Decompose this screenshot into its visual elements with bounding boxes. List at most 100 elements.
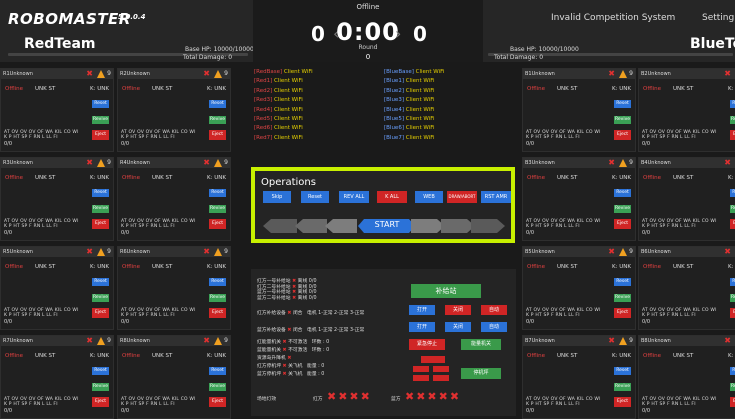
revive-button[interactable]: Revive — [614, 383, 631, 391]
revive-button[interactable]: Revive — [209, 294, 226, 302]
reset-button[interactable]: Reset — [730, 100, 735, 108]
red-close-button[interactable]: 关闭 — [445, 305, 471, 315]
reset-button[interactable]: Reset — [209, 278, 226, 286]
red-wifi-item: [Red3] Client WiFi — [254, 97, 303, 104]
energy-status: 红能量机关 ✖ 不可激活 环数 : 0 蓝能量机关 ✖ 不可激活 环数 : 0 … — [257, 340, 330, 377]
red-auto-button[interactable]: 自动 — [481, 305, 507, 315]
red-hangar-a[interactable] — [413, 366, 429, 372]
robot-k: K: UNK — [612, 264, 631, 270]
blue-close-button[interactable]: 关闭 — [445, 322, 471, 332]
disconnect-icon: ✖ — [86, 247, 93, 256]
reset-button[interactable]: Reset — [614, 100, 631, 108]
eject-button[interactable]: Eject — [730, 219, 735, 229]
reset-button[interactable]: Reset — [730, 278, 735, 286]
reset-button[interactable]: Reset — [209, 367, 226, 375]
eject-button[interactable]: Eject — [730, 308, 735, 318]
reset-button[interactable]: Reset — [730, 367, 735, 375]
revive-button[interactable]: Revive — [614, 116, 631, 124]
lift-button[interactable] — [421, 356, 445, 363]
draw-abort-button[interactable]: DRAW/ABORT — [447, 191, 477, 203]
robot-k: K: UNK — [90, 86, 109, 92]
eject-button[interactable]: Eject — [730, 130, 735, 140]
eject-button[interactable]: Eject — [614, 219, 631, 229]
reset-button[interactable]: Reset — [730, 189, 735, 197]
reset-button[interactable]: Reset — [92, 367, 109, 375]
revive-button[interactable]: Revive — [92, 294, 109, 302]
reset-button[interactable]: Reset — [301, 191, 329, 203]
revive-button[interactable]: Revive — [92, 383, 109, 391]
robot-card-b4: B4Unknown ✖ 9 Offline UNK ST K: UNK Rese… — [638, 157, 735, 241]
referee-control-panel: 红方一号补给站 ✖ 离线 0/0 红方二号补给站 ✖ 离线 0/0 蓝方一号补给… — [251, 269, 516, 416]
blue-hangar-a[interactable] — [413, 375, 429, 381]
robot-count: 9 — [107, 70, 111, 77]
eject-button[interactable]: Eject — [209, 130, 226, 140]
reset-button[interactable]: Reset — [92, 100, 109, 108]
robot-card-r4: R4Unknown ✖ 9 Offline UNK ST K: UNK Rese… — [117, 157, 231, 241]
warning-icon — [619, 159, 627, 167]
eject-button[interactable]: Eject — [92, 397, 109, 407]
blue-auto-button[interactable]: 自动 — [481, 322, 507, 332]
status-list: 红方一号补给站 ✖ 离线 0/0 红方二号补给站 ✖ 离线 0/0 蓝方一号补给… — [257, 279, 317, 301]
start-slider[interactable]: START — [261, 218, 507, 234]
rev-all-button[interactable]: REV ALL — [339, 191, 369, 203]
revive-button[interactable]: Revive — [92, 205, 109, 213]
robot-unk: UNK ST — [35, 264, 56, 270]
start-button[interactable]: START — [361, 220, 413, 229]
warning-icon — [214, 70, 222, 78]
robot-name: B2Unknown — [639, 69, 735, 79]
red-hangar-b[interactable] — [433, 366, 449, 372]
robot-card-b1: B1Unknown ✖ 9 Offline UNK ST K: UNK Rese… — [522, 68, 636, 152]
robot-k: K: UNK — [90, 353, 109, 359]
eject-button[interactable]: Eject — [92, 130, 109, 140]
eject-button[interactable]: Eject — [92, 308, 109, 318]
settings-link[interactable]: Setting — [702, 13, 734, 23]
red-open-button[interactable]: 打开 — [409, 305, 435, 315]
eject-button[interactable]: Eject — [730, 397, 735, 407]
reset-button[interactable]: Reset — [209, 100, 226, 108]
robot-ratio: 0/0 — [642, 319, 651, 325]
revive-button[interactable]: Revive — [730, 383, 735, 391]
skip-button[interactable]: Skip — [263, 191, 291, 203]
revive-button[interactable]: Revive — [614, 294, 631, 302]
eject-button[interactable]: Eject — [209, 397, 226, 407]
eject-button[interactable]: Eject — [614, 397, 631, 407]
emergency-stop-button[interactable]: 紧急停止 — [409, 339, 445, 350]
app-version: 5.0.0.4 — [118, 13, 146, 21]
revive-button[interactable]: Revive — [209, 116, 226, 124]
eject-button[interactable]: Eject — [209, 219, 226, 229]
revive-button[interactable]: Revive — [730, 205, 735, 213]
system-title: Invalid Competition System — [551, 13, 676, 23]
reset-button[interactable]: Reset — [614, 278, 631, 286]
red-team-name: RedTeam — [24, 36, 96, 52]
revive-button[interactable]: Revive — [730, 294, 735, 302]
outpost-button[interactable]: 停机坪 — [461, 368, 501, 379]
disconnect-icon: ✖ — [608, 336, 615, 345]
blue-wifi-item: [Blue3] Client WiFi — [384, 97, 435, 104]
eject-button[interactable]: Eject — [614, 130, 631, 140]
reset-button[interactable]: Reset — [92, 189, 109, 197]
reset-button[interactable]: Reset — [92, 278, 109, 286]
k-all-button[interactable]: K ALL — [377, 191, 407, 203]
eject-button[interactable]: Eject — [92, 219, 109, 229]
robot-status: Offline — [527, 353, 546, 359]
robot-card-b5: B5Unknown ✖ 9 Offline UNK ST K: UNK Rese… — [522, 246, 636, 330]
robot-count: 9 — [224, 248, 228, 255]
revive-button[interactable]: Revive — [209, 205, 226, 213]
round-value: 0 — [365, 53, 371, 61]
reset-button[interactable]: Reset — [209, 189, 226, 197]
blue-wifi-item: [Blue6] Client WiFi — [384, 125, 435, 132]
energy-mech-button[interactable]: 能量机关 — [461, 339, 501, 350]
reset-button[interactable]: Reset — [614, 189, 631, 197]
supply-station-button[interactable]: 补给站 — [411, 284, 481, 298]
eject-button[interactable]: Eject — [209, 308, 226, 318]
rst-amr-button[interactable]: RST AMR — [481, 191, 511, 203]
revive-button[interactable]: Revive — [614, 205, 631, 213]
revive-button[interactable]: Revive — [209, 383, 226, 391]
reset-button[interactable]: Reset — [614, 367, 631, 375]
web-button[interactable]: WEB — [415, 191, 443, 203]
revive-button[interactable]: Revive — [730, 116, 735, 124]
blue-hangar-b[interactable] — [433, 375, 449, 381]
blue-open-button[interactable]: 打开 — [409, 322, 435, 332]
eject-button[interactable]: Eject — [614, 308, 631, 318]
revive-button[interactable]: Revive — [92, 116, 109, 124]
